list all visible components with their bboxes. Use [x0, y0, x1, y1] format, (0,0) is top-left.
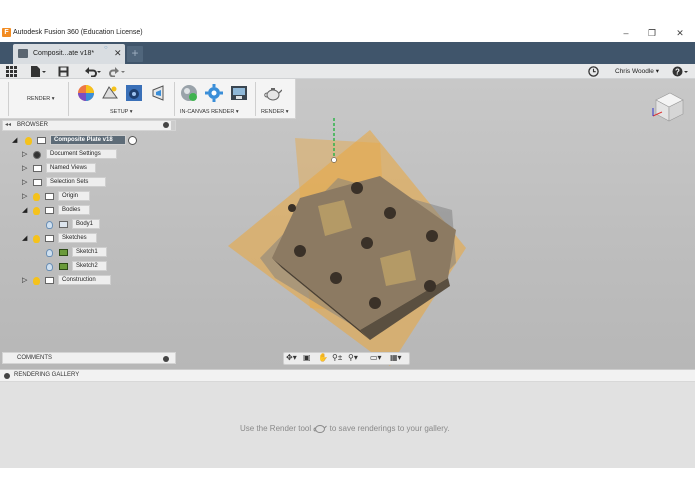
visibility-bulb-icon[interactable]	[25, 137, 32, 145]
orbit-icon[interactable]: ✥▾	[286, 353, 297, 362]
tree-item-bodies[interactable]: Bodies	[58, 205, 90, 215]
tree-item-body1[interactable]: Body1	[72, 219, 100, 229]
tree-item-sketch1[interactable]: Sketch1	[72, 247, 108, 257]
file-icon[interactable]	[30, 66, 46, 77]
sync-status-icon: ○	[104, 45, 108, 51]
document-icon	[18, 49, 28, 58]
grid-icon[interactable]	[6, 66, 17, 77]
comments-title: COMMENTS	[17, 355, 52, 361]
comments-pin-icon[interactable]	[163, 356, 169, 362]
save-icon[interactable]	[58, 66, 69, 77]
collapse-triangle-icon[interactable]: ◢	[12, 136, 20, 145]
gallery-message-start: Use the Render tool	[240, 424, 312, 433]
folder-icon	[45, 193, 54, 200]
body-icon	[59, 221, 68, 228]
gear-icon	[33, 151, 41, 159]
minimize-button[interactable]: –	[619, 27, 633, 39]
new-tab-button[interactable]: +	[127, 46, 143, 62]
composite-plate-model[interactable]	[220, 118, 470, 368]
tree-item-document-settings[interactable]: Document Settings	[46, 149, 118, 159]
texture-map-icon[interactable]	[125, 84, 143, 102]
ribbon-divider	[174, 82, 175, 116]
browser-title: BROWSER	[17, 122, 49, 128]
expand-triangle-icon[interactable]: ◢	[22, 234, 30, 243]
gallery-empty-message: Use the Render tool to save renderings t…	[240, 423, 450, 433]
close-window-button[interactable]: ✕	[673, 27, 687, 39]
render-settings-icon[interactable]	[205, 84, 223, 102]
ribbon-grip[interactable]	[8, 82, 9, 116]
folder-icon	[33, 179, 42, 186]
tree-item-origin[interactable]: Origin	[58, 191, 90, 201]
expand-triangle-icon[interactable]: ▷	[22, 192, 30, 201]
expand-triangle-icon[interactable]: ▷	[22, 164, 30, 173]
sketch-icon	[59, 263, 68, 270]
pin-icon[interactable]	[163, 122, 169, 128]
render-menu[interactable]: RENDER ▾	[261, 109, 289, 115]
view-cube[interactable]	[650, 88, 686, 124]
folder-icon	[33, 165, 42, 172]
visibility-bulb-icon[interactable]	[46, 249, 53, 257]
tree-item-sketches[interactable]: Sketches	[58, 233, 97, 243]
capture-image-icon[interactable]	[230, 84, 248, 102]
gallery-message-end: to save renderings to your gallery.	[329, 424, 450, 433]
look-at-icon[interactable]: ▣	[303, 353, 311, 362]
appearance-icon[interactable]	[77, 84, 95, 102]
folder-icon	[45, 235, 54, 242]
maximize-button[interactable]: ❐	[645, 27, 659, 39]
clock-icon[interactable]	[588, 66, 599, 77]
expand-triangle-icon[interactable]: ▷	[22, 178, 30, 187]
expand-triangle-icon[interactable]: ▷	[22, 276, 30, 285]
visibility-bulb-icon[interactable]	[33, 235, 40, 243]
display-settings-icon[interactable]: ▭▾	[370, 353, 382, 362]
pan-hand-icon[interactable]: ✋	[318, 353, 328, 362]
gallery-toggle-icon[interactable]	[4, 373, 10, 379]
visibility-bulb-icon[interactable]	[46, 221, 53, 229]
decal-icon[interactable]	[150, 84, 168, 102]
workspace-switcher[interactable]: RENDER ▾	[27, 96, 55, 102]
ribbon-divider	[68, 82, 69, 116]
window-title: Autodesk Fusion 360 (Education License)	[13, 29, 143, 36]
ribbon-divider	[255, 82, 256, 116]
visibility-bulb-icon[interactable]	[33, 193, 40, 201]
close-tab-icon[interactable]: ✕	[114, 48, 122, 59]
help-menu[interactable]: ?	[672, 66, 690, 77]
tree-item-construction[interactable]: Construction	[58, 275, 112, 285]
component-icon	[37, 137, 46, 144]
render-teapot-icon[interactable]	[264, 84, 283, 102]
tree-root-composite-plate[interactable]: Composite Plate v18	[50, 135, 126, 145]
rendering-gallery-title: RENDERING GALLERY	[14, 372, 80, 378]
folder-icon	[45, 207, 54, 214]
activate-radio-icon[interactable]	[128, 136, 137, 145]
visibility-bulb-icon[interactable]	[33, 277, 40, 285]
expand-triangle-icon[interactable]: ◢	[22, 206, 30, 215]
scene-settings-icon[interactable]	[101, 84, 119, 102]
rendering-gallery-header[interactable]	[0, 369, 695, 382]
zoom-icon[interactable]: ⚲±	[332, 353, 342, 362]
sketch-icon	[59, 249, 68, 256]
fusion-logo-icon: F	[2, 28, 11, 37]
user-menu[interactable]: Chris Woodle ▾	[615, 67, 659, 75]
setup-menu[interactable]: SETUP ▾	[110, 109, 133, 115]
folder-icon	[45, 277, 54, 284]
tree-item-selection-sets[interactable]: Selection Sets	[46, 177, 107, 187]
tree-item-sketch2[interactable]: Sketch2	[72, 261, 108, 271]
visibility-bulb-icon[interactable]	[46, 263, 53, 271]
grid-settings-icon[interactable]: ▦▾	[390, 353, 402, 362]
in-canvas-render-icon[interactable]	[180, 84, 198, 102]
fit-icon[interactable]: ⚲▾	[348, 353, 358, 362]
document-tab-label: Composit...ate v18*	[33, 50, 95, 57]
visibility-bulb-icon[interactable]	[33, 207, 40, 215]
tree-item-named-views[interactable]: Named Views	[46, 163, 96, 173]
in-canvas-render-menu[interactable]: IN-CANVAS RENDER ▾	[180, 109, 239, 115]
expand-triangle-icon[interactable]: ▷	[22, 150, 30, 159]
redo-icon[interactable]	[108, 66, 126, 78]
render-teapot-icon	[313, 423, 328, 433]
panel-resize-handle[interactable]	[171, 121, 175, 130]
svg-text:?: ?	[675, 67, 680, 76]
undo-icon[interactable]	[84, 66, 102, 78]
collapse-browser-icon[interactable]: ◂◂	[5, 121, 11, 128]
